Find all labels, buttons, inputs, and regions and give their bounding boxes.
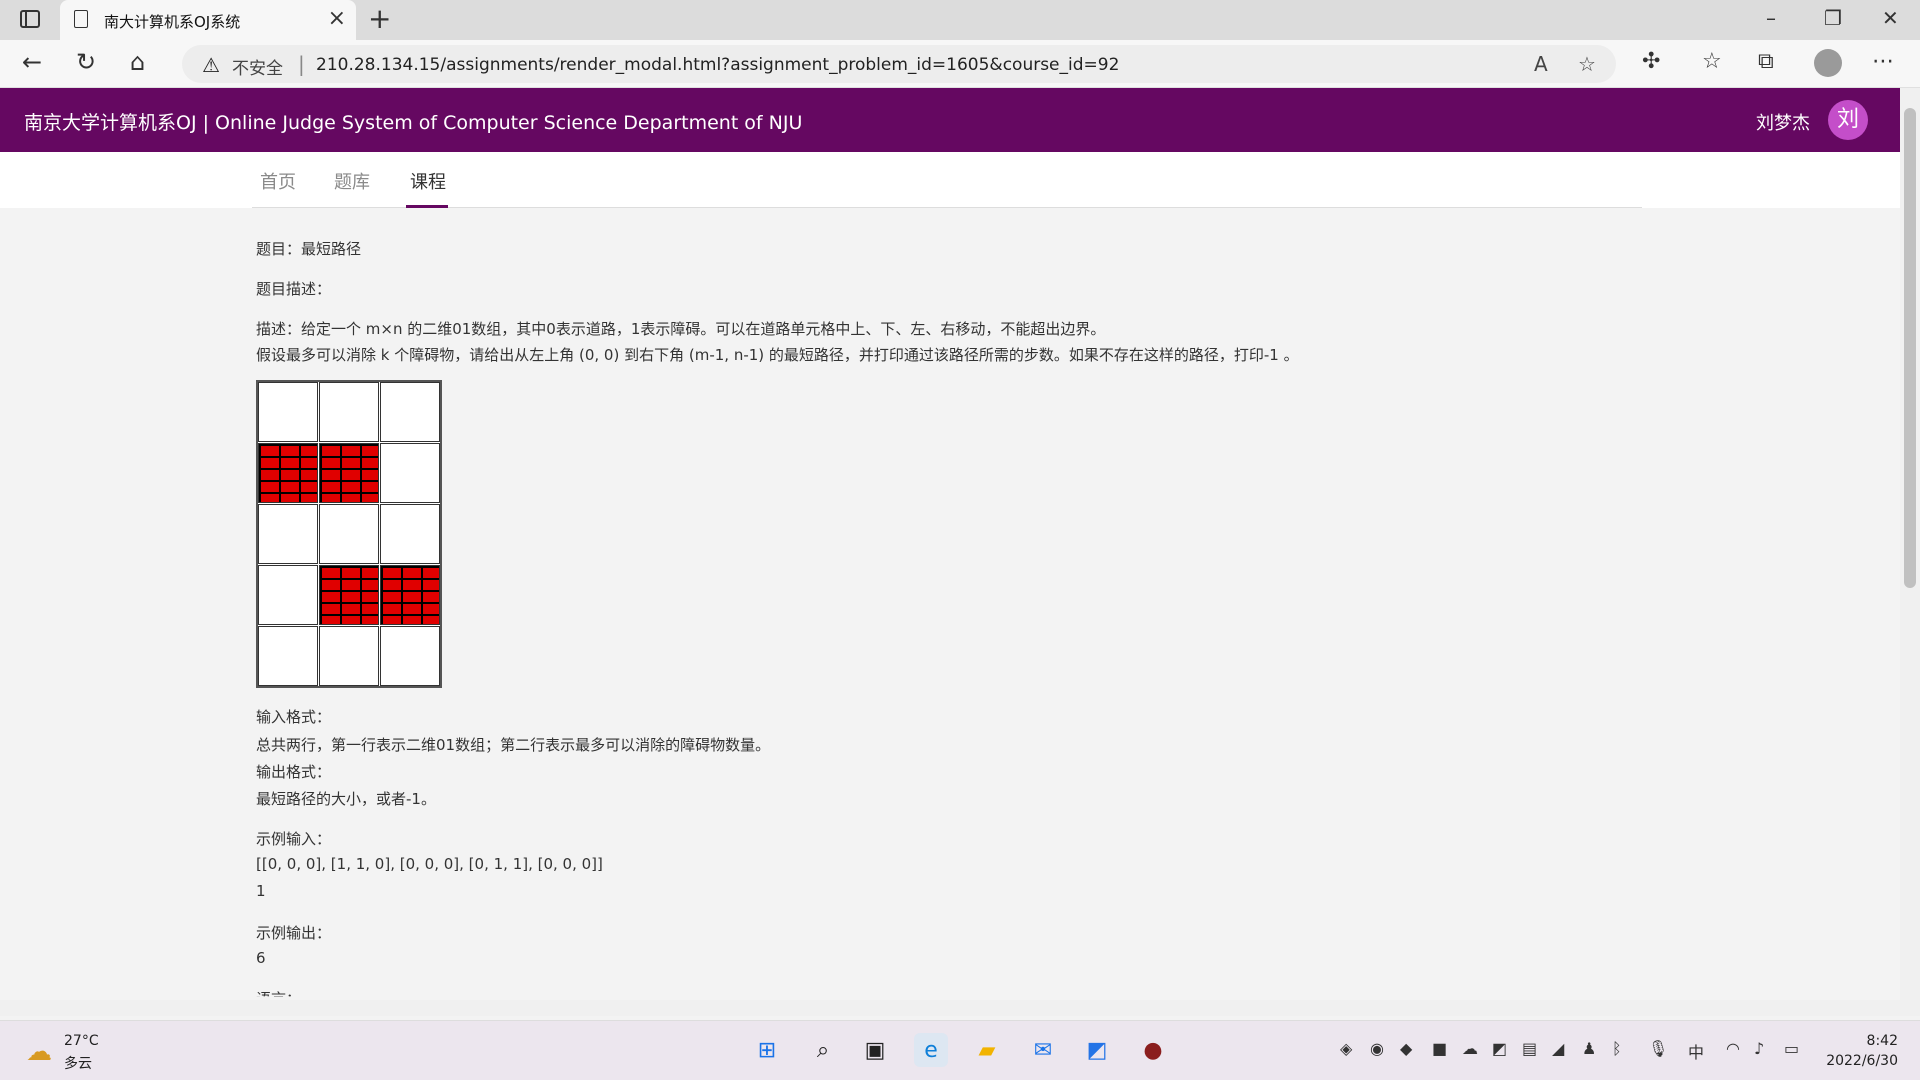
- onedrive-icon[interactable]: ☁: [1462, 1039, 1478, 1058]
- address-bar-row: ← ↻ ⌂ ⚠ 不安全 | 210.28.134.15/assignments/…: [0, 40, 1920, 88]
- grid-cell-road: [380, 504, 440, 564]
- battery-icon[interactable]: ▭: [1784, 1039, 1799, 1058]
- tray-nvidia-icon[interactable]: ■: [1432, 1039, 1447, 1058]
- weather-condition[interactable]: 多云: [64, 1053, 92, 1073]
- sample-input-line-1: [[0, 0, 0], [1, 1, 0], [0, 0, 0], [0, 1,…: [256, 855, 603, 873]
- close-window-button[interactable]: ✕: [1882, 6, 1899, 30]
- problem-title: 题目：最短路径: [256, 240, 362, 258]
- horizontal-scrollbar[interactable]: [0, 1000, 1900, 1016]
- sample-output-label: 示例输出：: [256, 924, 332, 942]
- browser-tab-bar: 南大计算机系OJ系统 × + – ❐ ✕: [0, 0, 1920, 40]
- ime-indicator[interactable]: 中: [1688, 1039, 1704, 1063]
- clock-time[interactable]: 8:42: [1867, 1033, 1898, 1049]
- tab-close-button[interactable]: ×: [328, 6, 346, 31]
- microphone-icon[interactable]: 🎙: [1648, 1039, 1668, 1058]
- game-app-icon[interactable]: ●: [1136, 1033, 1170, 1067]
- output-format-desc: 最短路径的大小，或者-1。: [256, 790, 436, 808]
- site-nav: 首页 题库 课程: [0, 152, 1900, 208]
- sample-output-value: 6: [256, 949, 266, 967]
- tray-app-icon[interactable]: ▤: [1522, 1039, 1537, 1058]
- weather-icon[interactable]: ☁: [26, 1037, 52, 1067]
- qq-icon[interactable]: ♟: [1582, 1039, 1596, 1058]
- tray-security-icon[interactable]: ◆: [1400, 1039, 1412, 1058]
- file-explorer-icon[interactable]: ▰: [970, 1033, 1004, 1067]
- back-arrow-icon[interactable]: ←: [22, 48, 42, 76]
- input-format-desc: 总共两行，第一行表示二维01数组；第二行表示最多可以消除的障碍物数量。: [256, 736, 771, 754]
- nav-divider: [252, 207, 1642, 208]
- grid-cell-road: [319, 504, 379, 564]
- tray-app-icon[interactable]: ◉: [1370, 1039, 1384, 1058]
- security-label[interactable]: 不安全: [232, 54, 283, 79]
- nav-courses[interactable]: 课程: [410, 168, 446, 194]
- tab-title: 南大计算机系OJ系统: [104, 13, 241, 31]
- tray-app-icon[interactable]: ◩: [1492, 1039, 1507, 1058]
- grid-cell-road: [258, 382, 318, 442]
- edge-icon[interactable]: e: [914, 1033, 948, 1067]
- nav-home[interactable]: 首页: [260, 168, 296, 194]
- grid-cell-obstacle: [319, 443, 379, 503]
- grid-cell-obstacle: [258, 443, 318, 503]
- desc-label: 题目描述：: [256, 280, 332, 298]
- url-separator: |: [298, 52, 305, 76]
- refresh-icon[interactable]: ↻: [76, 48, 96, 76]
- desc-line-1: 描述：给定一个 m×n 的二维01数组，其中0表示道路，1表示障碍。可以在道路单…: [256, 320, 1106, 338]
- site-title[interactable]: 南京大学计算机系OJ | Online Judge System of Comp…: [24, 108, 802, 135]
- output-format-label: 输出格式：: [256, 763, 332, 781]
- site-header: 南京大学计算机系OJ | Online Judge System of Comp…: [0, 88, 1900, 152]
- user-name[interactable]: 刘梦杰: [1756, 109, 1810, 135]
- favorites-icon[interactable]: ☆: [1702, 49, 1722, 74]
- grid-cell-road: [319, 382, 379, 442]
- grid-cell-road: [319, 626, 379, 686]
- url-text[interactable]: 210.28.134.15/assignments/render_modal.h…: [316, 55, 1119, 75]
- sample-input-line-2: 1: [256, 882, 266, 900]
- clock-date[interactable]: 2022/6/30: [1826, 1053, 1898, 1069]
- whiteboard-icon[interactable]: ◩: [1080, 1033, 1114, 1067]
- input-format-label: 输入格式：: [256, 708, 332, 726]
- tray-app-icon[interactable]: ◢: [1552, 1039, 1564, 1058]
- grid-cell-road: [258, 504, 318, 564]
- task-view-icon[interactable]: ▣: [858, 1033, 892, 1067]
- url-field[interactable]: ⚠ 不安全 | 210.28.134.15/assignments/render…: [182, 45, 1616, 83]
- grid-cell-road: [258, 565, 318, 625]
- nav-active-indicator: [406, 205, 448, 208]
- grid-cell-obstacle: [380, 565, 440, 625]
- search-icon[interactable]: ⌕: [806, 1033, 840, 1067]
- mail-icon[interactable]: ✉: [1026, 1033, 1060, 1067]
- extensions-icon[interactable]: ✣: [1642, 49, 1660, 74]
- profile-icon[interactable]: [1814, 49, 1842, 77]
- taskbar: ☁ 27°C 多云 ⊞ ⌕ ▣ e ▰ ✉ ◩ ● ◈ ◉ ◆ ■ ☁ ◩ ▤ …: [0, 1020, 1920, 1080]
- add-favorite-icon[interactable]: ☆: [1578, 52, 1596, 76]
- bluetooth-icon[interactable]: ᛒ: [1612, 1039, 1622, 1058]
- more-menu-icon[interactable]: ⋯: [1872, 49, 1894, 74]
- tab-actions-icon[interactable]: [20, 10, 40, 28]
- nav-problems[interactable]: 题库: [334, 168, 370, 194]
- sample-input-label: 示例输入：: [256, 830, 332, 848]
- obstacle-grid-image: [256, 380, 442, 688]
- volume-icon[interactable]: ♪: [1754, 1039, 1764, 1058]
- read-aloud-icon[interactable]: A: [1534, 52, 1548, 76]
- minimize-button[interactable]: –: [1766, 6, 1776, 30]
- home-icon[interactable]: ⌂: [130, 48, 145, 76]
- vertical-scrollbar[interactable]: [1900, 88, 1920, 1016]
- grid-cell-obstacle: [319, 565, 379, 625]
- warning-icon[interactable]: ⚠: [202, 53, 220, 77]
- grid-cell-road: [380, 443, 440, 503]
- desc-line-2: 假设最多可以消除 k 个障碍物，请给出从左上角 (0, 0) 到右下角 (m-1…: [256, 346, 1299, 364]
- page-icon: [74, 10, 88, 28]
- collections-icon[interactable]: ⧉: [1758, 49, 1774, 74]
- wifi-icon[interactable]: ◠: [1726, 1039, 1740, 1058]
- grid-cell-road: [258, 626, 318, 686]
- new-tab-button[interactable]: +: [368, 2, 391, 35]
- grid-cell-road: [380, 382, 440, 442]
- maximize-button[interactable]: ❐: [1824, 6, 1842, 30]
- weather-temperature[interactable]: 27°C: [64, 1033, 99, 1049]
- browser-tab[interactable]: 南大计算机系OJ系统 ×: [60, 0, 356, 40]
- grid-cell-road: [380, 626, 440, 686]
- vertical-scroll-thumb[interactable]: [1904, 108, 1916, 588]
- avatar[interactable]: 刘: [1828, 100, 1868, 140]
- start-icon[interactable]: ⊞: [750, 1033, 784, 1067]
- tray-app-icon[interactable]: ◈: [1340, 1039, 1352, 1058]
